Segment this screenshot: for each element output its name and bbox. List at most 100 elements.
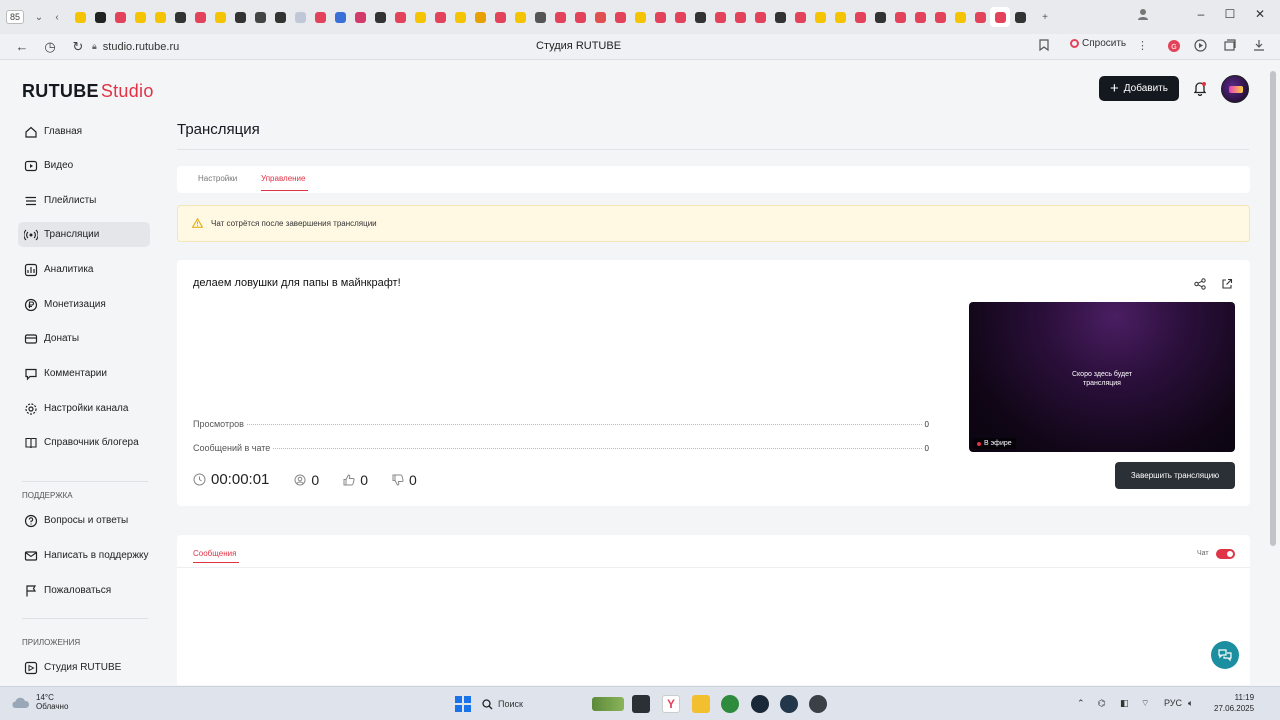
volume-icon[interactable]: 🔈︎	[1188, 698, 1193, 709]
minimize-button[interactable]: –	[1186, 0, 1216, 28]
browser-tab[interactable]	[250, 7, 270, 27]
history-icon[interactable]: ◷	[36, 39, 64, 55]
support-chat-button[interactable]	[1211, 641, 1239, 669]
browser-tab[interactable]	[350, 7, 370, 27]
xbox-icon[interactable]	[721, 695, 739, 713]
browser-tab[interactable]	[70, 7, 90, 27]
sidebar-item-studio-app[interactable]: Студия RUTUBE	[18, 655, 150, 680]
browser-tab[interactable]	[470, 7, 490, 27]
sidebar-item-help[interactable]: Вопросы и ответы	[18, 508, 150, 533]
browser-tab[interactable]	[750, 7, 770, 27]
page-scrollbar[interactable]	[1266, 61, 1280, 685]
more-icon[interactable]: ⋮	[1137, 39, 1148, 52]
browser-tab[interactable]	[270, 7, 290, 27]
browser-tab[interactable]	[610, 7, 630, 27]
collections-icon[interactable]	[1223, 39, 1236, 55]
tab-messages[interactable]: Сообщения	[193, 549, 236, 558]
end-stream-button[interactable]: Завершить трансляцию	[1115, 462, 1235, 489]
steam-icon-2[interactable]	[780, 695, 798, 713]
browser-tab[interactable]	[830, 7, 850, 27]
add-button[interactable]: + Добавить	[1099, 76, 1179, 101]
tabs-scroll-left-icon[interactable]: ‹	[48, 12, 66, 23]
profile-icon[interactable]	[1128, 0, 1158, 28]
task-view-icon[interactable]	[632, 695, 650, 713]
browser-tab[interactable]	[890, 7, 910, 27]
extension-icon[interactable]: G	[1167, 39, 1181, 56]
tray-expand-icon[interactable]: ⌃	[1077, 698, 1085, 709]
reload-icon[interactable]: ↻	[64, 39, 92, 55]
browser-tab[interactable]	[1010, 7, 1030, 27]
browser-tab[interactable]	[550, 7, 570, 27]
tabs-menu-icon[interactable]: ⌄	[30, 12, 48, 23]
sidebar-item-comment[interactable]: Комментарии	[18, 361, 150, 386]
browser-tab[interactable]	[170, 7, 190, 27]
search-highlight-icon[interactable]	[592, 697, 624, 711]
browser-tab[interactable]	[190, 7, 210, 27]
user-avatar[interactable]	[1221, 75, 1249, 103]
sidebar-item-donate[interactable]: Донаты	[18, 326, 150, 351]
media-icon[interactable]	[1194, 39, 1207, 55]
sidebar-item-gear[interactable]: Настройки канала	[18, 396, 150, 421]
taskbar-search[interactable]: Поиск	[482, 693, 523, 715]
clock[interactable]: 11:19 27.06.2025	[1214, 692, 1254, 714]
close-window-button[interactable]: ✕	[1245, 0, 1275, 28]
browser-tab[interactable]	[690, 7, 710, 27]
bookmark-icon[interactable]	[1039, 39, 1049, 54]
browser-tab[interactable]	[590, 7, 610, 27]
browser-tab[interactable]	[630, 7, 650, 27]
browser-tab[interactable]	[330, 7, 350, 27]
notifications-bell-icon[interactable]	[1193, 81, 1207, 101]
browser-tab[interactable]	[950, 7, 970, 27]
browser-tab[interactable]	[990, 7, 1010, 27]
tab-management[interactable]: Управление	[261, 174, 305, 183]
language-indicator[interactable]: РУС	[1164, 698, 1182, 708]
browser-tab[interactable]	[910, 7, 930, 27]
browser-tab[interactable]	[850, 7, 870, 27]
browser-tab[interactable]	[110, 7, 130, 27]
browser-tab[interactable]	[810, 7, 830, 27]
browser-tab[interactable]	[650, 7, 670, 27]
sidebar-item-playlist[interactable]: Плейлисты	[18, 188, 150, 213]
browser-tab[interactable]	[150, 7, 170, 27]
browser-tab[interactable]	[730, 7, 750, 27]
sidebar-item-analytics[interactable]: Аналитика	[18, 257, 150, 282]
wifi-icon[interactable]: ⌔	[1141, 698, 1149, 709]
tab-counter[interactable]: 85	[0, 5, 30, 29]
sidebar-item-home[interactable]: Главная	[18, 119, 150, 144]
browser-tab[interactable]	[130, 7, 150, 27]
open-external-icon[interactable]	[1221, 277, 1233, 295]
sidebar-item-video[interactable]: Видео	[18, 153, 150, 178]
browser-tab[interactable]	[210, 7, 230, 27]
sidebar-item-flag[interactable]: Пожаловаться	[18, 578, 150, 603]
maximize-button[interactable]: ☐	[1215, 0, 1245, 28]
yandex-browser-icon[interactable]: Y	[662, 695, 680, 713]
browser-tab[interactable]	[230, 7, 250, 27]
browser-tab[interactable]	[490, 7, 510, 27]
browser-tab[interactable]	[510, 7, 530, 27]
sidebar-item-book[interactable]: Справочник блогера	[18, 430, 150, 455]
browser-tab[interactable]	[710, 7, 730, 27]
chat-toggle[interactable]	[1216, 549, 1235, 559]
sidebar-item-ruble[interactable]: Монетизация	[18, 292, 150, 317]
browser-tab[interactable]	[570, 7, 590, 27]
steam-icon[interactable]	[751, 695, 769, 713]
start-button[interactable]	[455, 696, 471, 712]
app-tray-icon[interactable]: ◧	[1120, 698, 1129, 709]
url-field[interactable]: studio.rutube.ru	[103, 41, 179, 53]
browser-tab[interactable]	[290, 7, 310, 27]
sidebar-item-mail[interactable]: Написать в поддержку	[18, 543, 150, 568]
weather-widget[interactable]: 14°C Облачно	[10, 693, 68, 711]
browser-tab[interactable]	[90, 7, 110, 27]
browser-tab[interactable]	[390, 7, 410, 27]
browser-tab[interactable]	[970, 7, 990, 27]
browser-tab[interactable]	[370, 7, 390, 27]
browser-tab[interactable]	[450, 7, 470, 27]
file-explorer-icon[interactable]	[692, 695, 710, 713]
new-tab-button[interactable]: +	[1036, 12, 1054, 23]
tab-settings[interactable]: Настройки	[198, 174, 237, 183]
browser-tab[interactable]	[930, 7, 950, 27]
rutube-studio-logo[interactable]: RUTUBE Studio	[22, 81, 154, 102]
browser-tab[interactable]	[410, 7, 430, 27]
obs-icon[interactable]	[809, 695, 827, 713]
browser-tab[interactable]	[670, 7, 690, 27]
